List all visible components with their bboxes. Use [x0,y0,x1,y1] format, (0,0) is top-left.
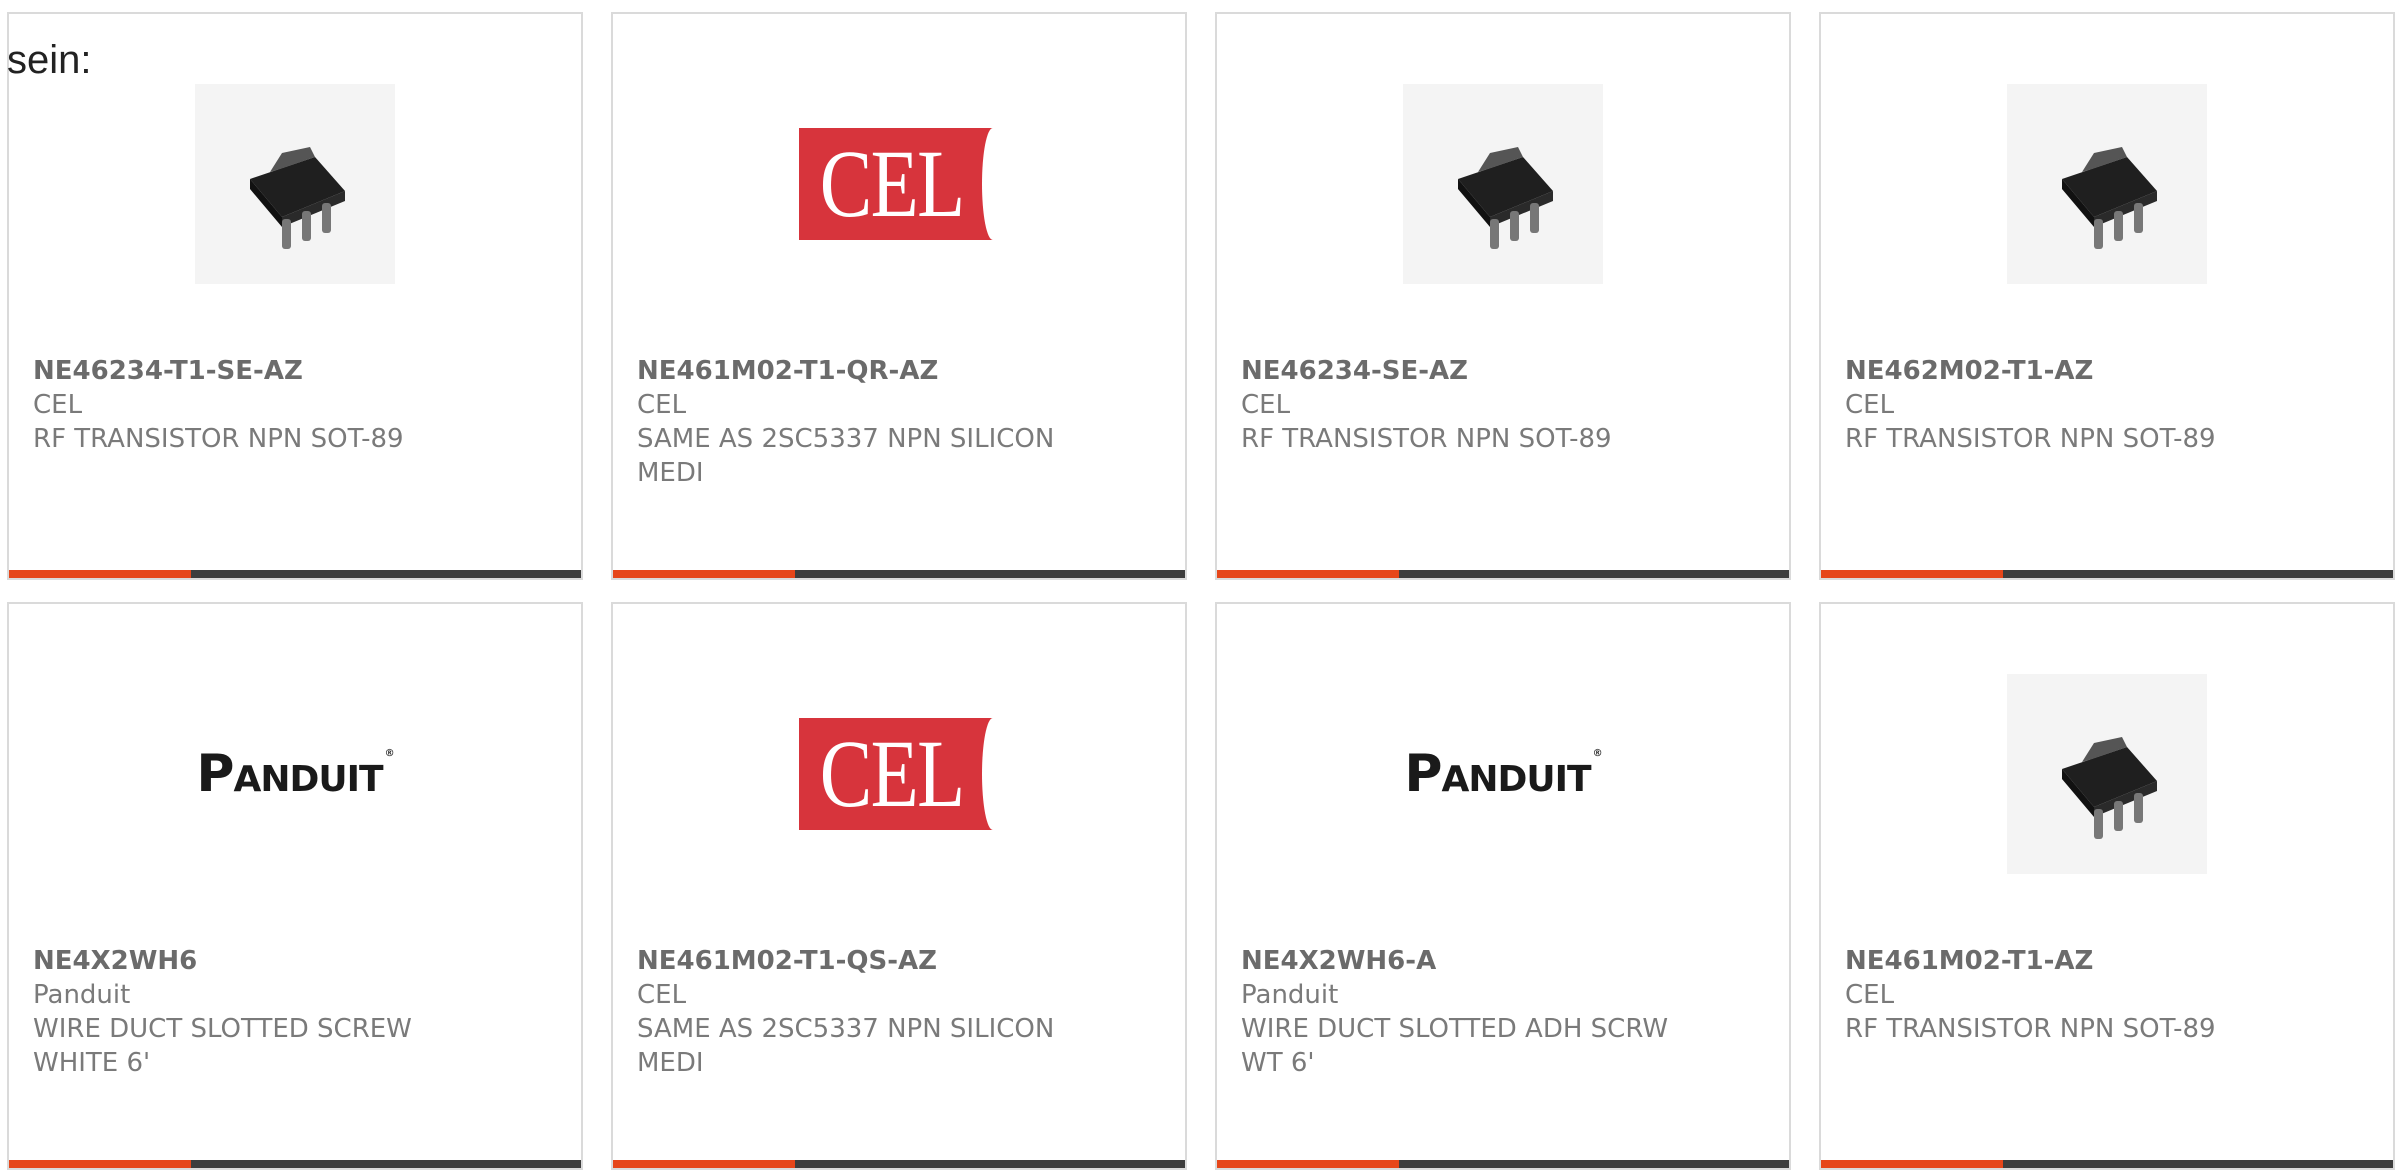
panduit-logo: P ANDUIT ® [1404,744,1602,804]
manufacturer-name: CEL [637,980,687,1010]
transistor-image [195,84,395,284]
product-info: NE46234-T1-SE-AZ CEL RF TRANSISTOR NPN SOT… [33,354,557,456]
transistor-image [1403,84,1603,284]
product-description: RF TRANSISTOR NPN SOT-89 [1845,424,2216,454]
manufacturer-name: CEL [1845,980,1895,1010]
product-image[interactable] [1217,84,1789,284]
product-description: SAME AS 2SC5337 NPN SILICON MEDI [637,424,1055,488]
product-info: NE462M02-T1-AZ CEL RF TRANSISTOR NPN SOT-8… [1845,354,2369,456]
manufacturer-name: CEL [33,390,83,420]
product-description: RF TRANSISTOR NPN SOT-89 [33,424,404,454]
product-card[interactable]: P ANDUIT ® NE4X2WH6-A Panduit WIRE DUCT SLOTT… [1215,602,1791,1170]
product-image[interactable] [1821,674,2393,874]
card-accent-strip [9,570,191,578]
manufacturer-name: Panduit [33,980,131,1010]
product-image[interactable]: CEL [613,674,1185,874]
transistor-image [2007,674,2207,874]
product-image[interactable] [9,84,581,284]
product-card[interactable]: CEL NE461M02-T1-QR-AZ CEL SAME AS 2SC5337 N… [611,12,1187,580]
card-accent-strip [1217,570,1399,578]
product-image[interactable]: P ANDUIT ® [9,674,581,874]
part-number[interactable]: NE4X2WH6-A [1241,944,1765,978]
product-info: NE461M02-T1-QS-AZ CEL SAME AS 2SC5337 NPN … [637,944,1161,1080]
manufacturer-name: CEL [1241,390,1291,420]
part-number[interactable]: NE461M02-T1-QS-AZ [637,944,1161,978]
product-description: WIRE DUCT SLOTTED SCREW WHITE 6' [33,1014,412,1078]
part-number[interactable]: NE46234-T1-SE-AZ [33,354,557,388]
product-card[interactable]: NE461M02-T1-AZ CEL RF TRANSISTOR NPN SOT-8… [1819,602,2395,1170]
product-info: NE461M02-T1-QR-AZ CEL SAME AS 2SC5337 NPN … [637,354,1161,490]
cel-logo: CEL [799,718,1000,830]
product-info: NE461M02-T1-AZ CEL RF TRANSISTOR NPN SOT-8… [1845,944,2369,1046]
manufacturer-name: Panduit [1241,980,1339,1010]
product-image[interactable]: P ANDUIT ® [1217,674,1789,874]
card-accent-strip [613,570,795,578]
card-bottom-bar [1217,570,1789,578]
intro-text: sein: [7,38,92,82]
manufacturer-name: CEL [1845,390,1895,420]
product-info: NE46234-SE-AZ CEL RF TRANSISTOR NPN SOT-89 [1241,354,1765,456]
product-card[interactable]: CEL NE461M02-T1-QS-AZ CEL SAME AS 2SC5337 N… [611,602,1187,1170]
product-description: SAME AS 2SC5337 NPN SILICON MEDI [637,1014,1055,1078]
cel-logo: CEL [799,128,1000,240]
card-accent-strip [1821,570,2003,578]
card-bottom-bar [613,570,1185,578]
product-image[interactable] [1821,84,2393,284]
product-info: NE4X2WH6-A Panduit WIRE DUCT SLOTTED ADH S… [1241,944,1765,1080]
card-bottom-bar [1821,570,2393,578]
product-card[interactable]: NE46234-SE-AZ CEL RF TRANSISTOR NPN SOT-89 [1215,12,1791,580]
part-number[interactable]: NE4X2WH6 [33,944,557,978]
product-info: NE4X2WH6 Panduit WIRE DUCT SLOTTED SCREW W… [33,944,557,1080]
product-card[interactable]: NE46234-T1-SE-AZ CEL RF TRANSISTOR NPN SOT… [7,12,583,580]
product-description: WIRE DUCT SLOTTED ADH SCRW WT 6' [1241,1014,1669,1078]
product-card[interactable]: NE462M02-T1-AZ CEL RF TRANSISTOR NPN SOT-8… [1819,12,2395,580]
transistor-image [2007,84,2207,284]
manufacturer-name: CEL [637,390,687,420]
product-description: RF TRANSISTOR NPN SOT-89 [1241,424,1612,454]
part-number[interactable]: NE46234-SE-AZ [1241,354,1765,388]
part-number[interactable]: NE462M02-T1-AZ [1845,354,2369,388]
product-card[interactable]: P ANDUIT ® NE4X2WH6 Panduit WIRE DUCT SLOTTED… [7,602,583,1170]
card-bottom-bar [9,570,581,578]
part-number[interactable]: NE461M02-T1-QR-AZ [637,354,1161,388]
panduit-logo: P ANDUIT ® [196,744,394,804]
product-image[interactable]: CEL [613,84,1185,284]
part-number[interactable]: NE461M02-T1-AZ [1845,944,2369,978]
product-description: RF TRANSISTOR NPN SOT-89 [1845,1014,2216,1044]
